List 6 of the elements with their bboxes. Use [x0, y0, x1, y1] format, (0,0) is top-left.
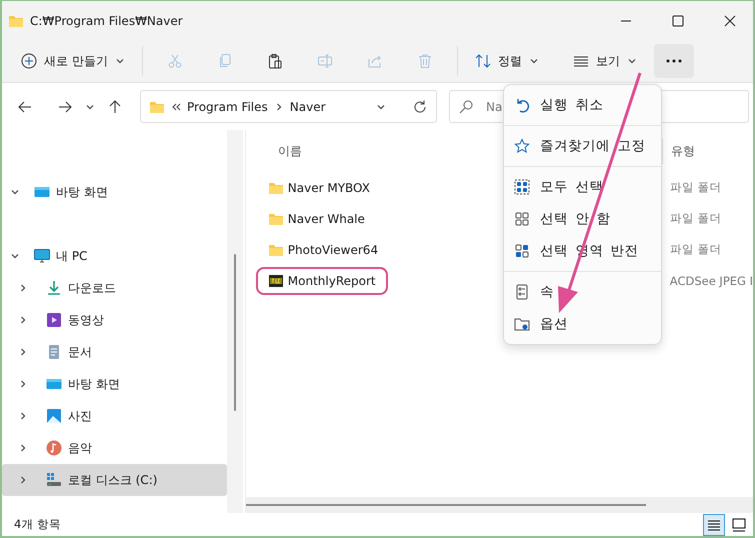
table-cell-text: 파일 폴더	[668, 180, 722, 195]
window-title: C:₩Program Files₩Naver	[30, 14, 184, 28]
table-cell-text: 파일 폴더	[668, 211, 722, 226]
table-cell-text: 파일 폴더	[668, 242, 722, 257]
item-count: 4개 항목	[14, 517, 62, 532]
table-cell-text: ACDSee JPEG I	[668, 274, 753, 288]
